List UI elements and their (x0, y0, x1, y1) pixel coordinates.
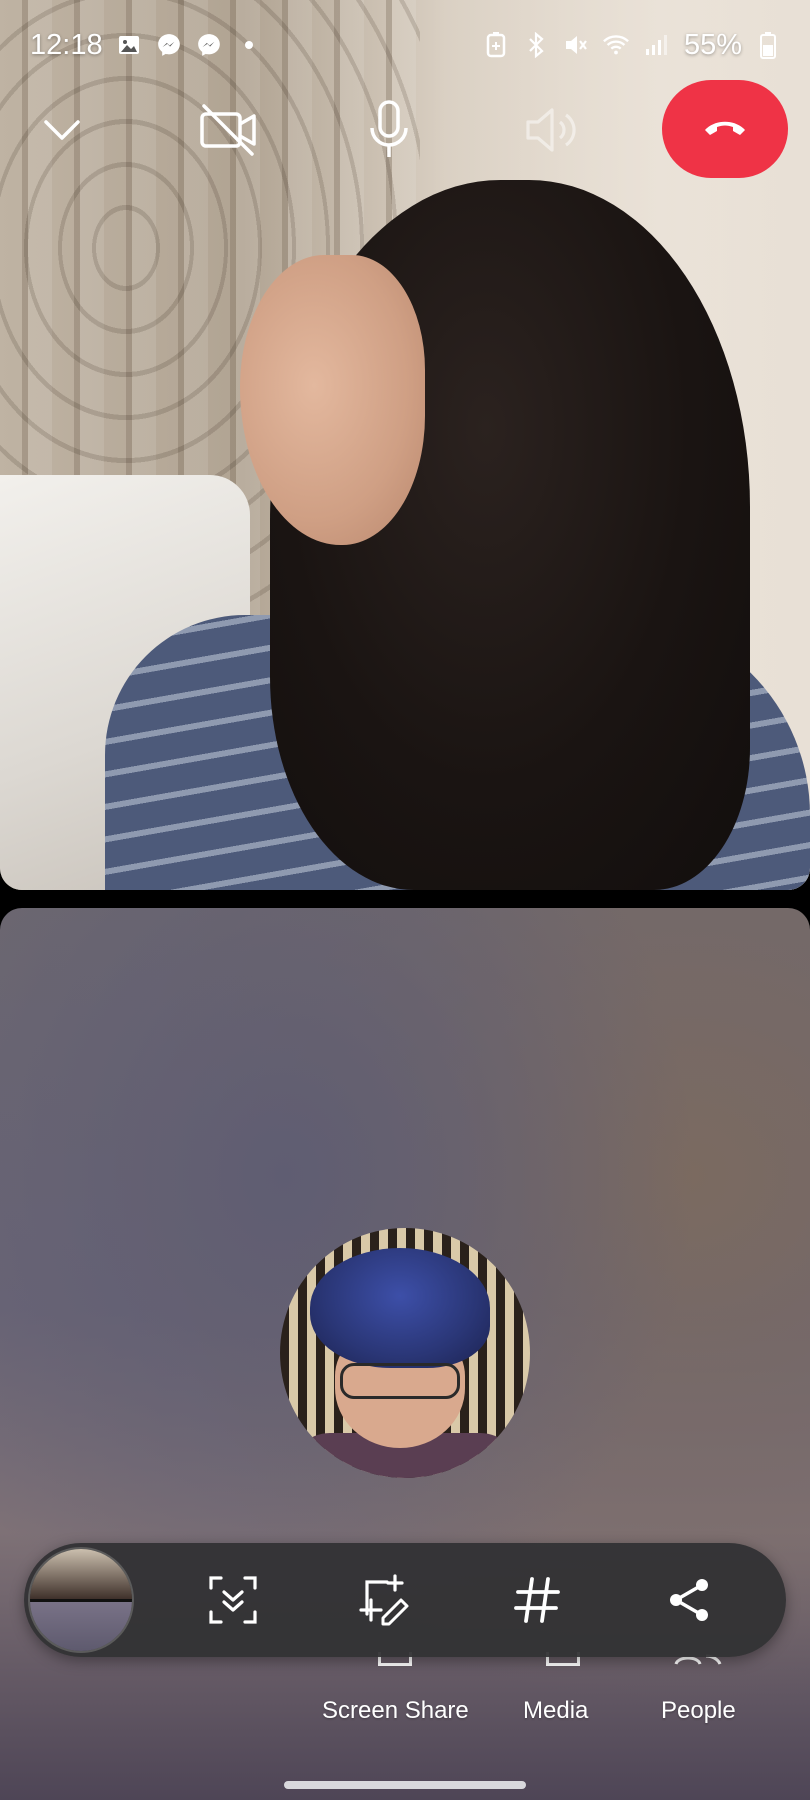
hashtag-icon[interactable] (507, 1570, 567, 1630)
screen-share-label[interactable]: Screen Share (322, 1697, 469, 1725)
avatar-glasses (340, 1363, 460, 1399)
status-time: 12:18 (30, 28, 103, 61)
status-left: 12:18 (30, 29, 263, 62)
add-edit-icon[interactable] (355, 1570, 415, 1630)
mute-icon (562, 31, 590, 59)
status-right: 55% (482, 29, 782, 62)
thumbnail-bottom (30, 1600, 132, 1651)
end-call-button[interactable] (662, 80, 788, 178)
minimize-chevron-icon[interactable] (32, 82, 92, 178)
thumbnail-top (30, 1549, 132, 1600)
share-icon[interactable] (659, 1570, 719, 1630)
gallery-icon (115, 31, 143, 59)
speaker-icon[interactable] (518, 82, 584, 178)
media-label[interactable]: Media (523, 1697, 588, 1725)
messenger-icon (155, 31, 183, 59)
signal-icon (642, 31, 670, 59)
avatar[interactable] (280, 1228, 530, 1478)
avatar-hair (310, 1248, 490, 1368)
dot-icon (235, 31, 263, 59)
wifi-icon (602, 31, 630, 59)
video-off-icon[interactable] (190, 82, 266, 178)
scan-icon[interactable] (203, 1570, 263, 1630)
messenger-icon (195, 31, 223, 59)
floating-toolbar (24, 1543, 786, 1657)
status-bar: 12:18 55% (0, 0, 810, 90)
battery-icon (754, 31, 782, 59)
people-label[interactable]: People (661, 1697, 736, 1725)
battery-percent: 55% (683, 28, 742, 61)
bluetooth-icon (522, 31, 550, 59)
home-indicator[interactable] (284, 1781, 526, 1789)
microphone-icon[interactable] (358, 82, 420, 178)
end-call-icon (702, 116, 748, 143)
self-view-thumbnail[interactable] (28, 1547, 134, 1653)
thumbnail-divider (30, 1598, 132, 1602)
battery-saver-icon (482, 31, 510, 59)
